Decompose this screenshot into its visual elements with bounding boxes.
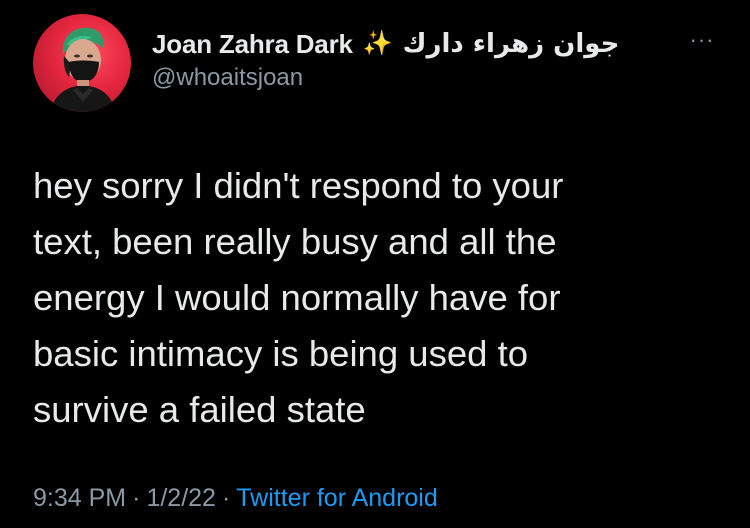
display-name-arabic[interactable]: جوان زهراء دارك	[403, 29, 620, 59]
meta-separator: ·	[132, 484, 141, 512]
meta-separator: ·	[221, 484, 231, 512]
tweet-card: Joan Zahra Dark ✨ جوان زهراء دارك @whoai…	[0, 0, 750, 528]
tweet-source-link[interactable]: Twitter for Android	[236, 484, 437, 512]
name-row: Joan Zahra Dark ✨ جوان زهراء دارك	[152, 26, 712, 62]
user-handle[interactable]: @whoaitsjoan	[152, 64, 712, 92]
tweet-text: hey sorry I didn't respond to your text,…	[33, 165, 564, 430]
display-name[interactable]: Joan Zahra Dark	[152, 29, 353, 60]
more-options-icon[interactable]: ···	[682, 26, 722, 54]
tweet-time[interactable]: 9:34 PM	[33, 484, 126, 512]
tweet-date[interactable]: 1/2/22	[146, 484, 216, 512]
avatar-portrait-icon	[51, 27, 115, 112]
tweet-header: Joan Zahra Dark ✨ جوان زهراء دارك @whoai…	[152, 26, 712, 92]
avatar[interactable]	[33, 14, 131, 112]
sparkles-icon: ✨	[362, 30, 393, 57]
tweet-meta: 9:34 PM · 1/2/22 · Twitter for Android	[33, 484, 438, 513]
